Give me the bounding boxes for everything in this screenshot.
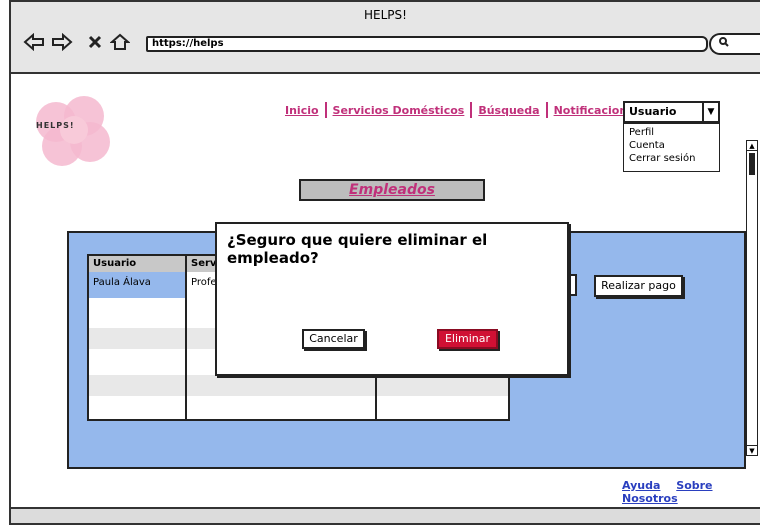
logo-icon [36,96,110,166]
column-divider [185,256,187,419]
column-header-usuario: Usuario [89,256,185,272]
chevron-down-icon[interactable]: ▼ [702,103,718,121]
back-icon[interactable] [23,30,45,54]
cell-servicio: Profe [191,277,217,288]
menu-item-cuenta[interactable]: Cuenta [629,139,714,152]
user-dropdown-value: Usuario [629,105,677,118]
nav-divider [545,102,548,118]
page-title: Empleados [299,179,485,201]
cell-usuario: Paula Álava [93,277,151,288]
browser-toolbar: HELPS! https://helps [11,2,760,74]
nav-divider [324,102,327,118]
search-icon [719,37,729,50]
menu-item-perfil[interactable]: Perfil [629,126,714,139]
forward-icon[interactable] [51,30,73,54]
logo-text: HELPS! [36,121,75,130]
delete-button[interactable]: Eliminar [437,329,498,349]
confirm-delete-dialog: ¿Seguro que quiere eliminar el empleado?… [215,222,569,376]
close-icon[interactable] [87,30,103,54]
user-dropdown[interactable]: Usuario ▼ [623,101,720,123]
scroll-up-icon[interactable]: ▲ [747,141,757,151]
scroll-thumb[interactable] [749,153,755,175]
browser-search[interactable] [709,33,760,55]
footer-links: Ayuda Sobre Nosotros [622,479,760,505]
nav-busqueda[interactable]: Búsqueda [478,104,539,117]
table-row [89,375,508,396]
scroll-down-icon[interactable]: ▼ [747,445,757,455]
menu-item-cerrar-sesion[interactable]: Cerrar sesión [629,152,714,165]
nav-divider [470,102,473,118]
window-title: HELPS! [364,8,407,22]
dialog-title: ¿Seguro que quiere eliminar el empleado? [227,231,488,267]
nav-servicios[interactable]: Servicios Domésticos [333,104,465,117]
main-nav: Inicio Servicios Domésticos Búsqueda Not… [282,102,652,118]
cancel-button[interactable]: Cancelar [302,329,365,349]
address-bar[interactable]: https://helps [146,36,708,52]
footer-link-ayuda[interactable]: Ayuda [622,479,660,492]
home-icon[interactable] [109,30,131,54]
user-menu: Perfil Cuenta Cerrar sesión [623,123,720,172]
page-scrollbar[interactable]: ▲ ▼ [746,140,758,456]
browser-statusbar [11,507,760,523]
nav-inicio[interactable]: Inicio [285,104,319,117]
realizar-pago-button[interactable]: Realizar pago [594,275,683,297]
